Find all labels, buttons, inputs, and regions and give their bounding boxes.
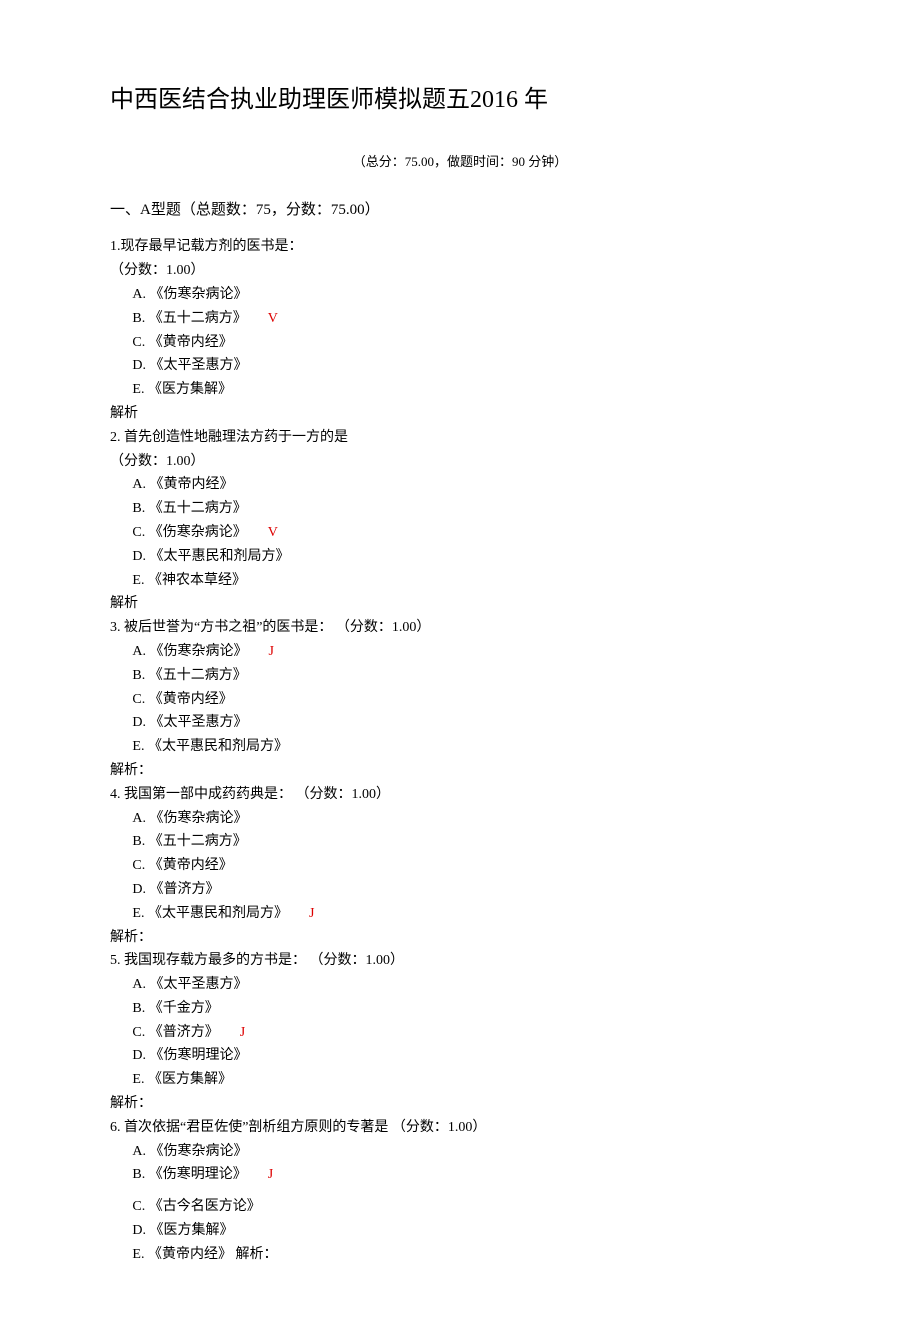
section-title: 一、A型题（总题数：75，分数：75.00） [110, 198, 810, 224]
option-text: E. 《太平惠民和剂局方》 [132, 906, 288, 921]
question-2-option-E: E. 《神农本草经》 [132, 569, 810, 593]
question-1-option-D: D. 《太平圣惠方》 [132, 354, 810, 378]
question-2-option-A: A. 《黄帝内经》 [132, 473, 810, 497]
option-text: B. 《五十二病方》 [132, 311, 246, 326]
question-4-analysis: 解析： [110, 926, 810, 950]
page-title: 中西医结合执业助理医师模拟题五2016 年 [110, 80, 810, 121]
correct-mark: V [268, 311, 278, 326]
question-1-option-C: C. 《黄帝内经》 [132, 331, 810, 355]
question-2-option-D: D. 《太平惠民和剂局方》 [132, 545, 810, 569]
question-5-options: A. 《太平圣惠方》 B. 《千金方》 C. 《普济方》 J D. 《伤寒明理论》… [110, 973, 810, 1092]
question-3-options: A. 《伤寒杂病论》 J B. 《五十二病方》 C. 《黄帝内经》 D. 《太平圣… [110, 640, 810, 759]
question-1-stem: 1.现存最早记载方剂的医书是： [110, 235, 810, 259]
question-5-stem: 5. 我国现存载方最多的方书是： （分数：1.00） [110, 949, 810, 973]
question-1-option-A: A. 《伤寒杂病论》 [132, 283, 810, 307]
option-text: C. 《普济方》 [132, 1025, 218, 1040]
question-2-option-B: B. 《五十二病方》 [132, 497, 810, 521]
correct-mark: J [269, 644, 274, 659]
question-4-option-E: E. 《太平惠民和剂局方》 J [132, 902, 810, 926]
question-4-option-B: B. 《五十二病方》 [132, 830, 810, 854]
question-1-score: （分数：1.00） [110, 259, 810, 283]
question-6-option-B: B. 《伤寒明理论》 J [132, 1163, 810, 1187]
question-1-option-B: B. 《五十二病方》 V [132, 307, 810, 331]
correct-mark: V [268, 525, 278, 540]
option-text: C. 《伤寒杂病论》 [132, 525, 246, 540]
question-2-options: A. 《黄帝内经》 B. 《五十二病方》 C. 《伤寒杂病论》 V D. 《太平惠… [110, 473, 810, 592]
question-5-option-C: C. 《普济方》 J [132, 1021, 810, 1045]
question-2-score: （分数：1.00） [110, 450, 810, 474]
question-6-options: A. 《伤寒杂病论》 B. 《伤寒明理论》 J C. 《古今名医方论》 D. 《医… [110, 1140, 810, 1267]
question-6-option-D: D. 《医方集解》 [132, 1219, 810, 1243]
correct-mark: J [309, 906, 314, 921]
question-3-option-B: B. 《五十二病方》 [132, 664, 810, 688]
question-2-stem: 2. 首先创造性地融理法方药于一方的是 [110, 426, 810, 450]
option-text: A. 《伤寒杂病论》 [132, 644, 247, 659]
question-3-option-C: C. 《黄帝内经》 [132, 688, 810, 712]
question-3-stem: 3. 被后世誉为“方书之祖”的医书是： （分数：1.00） [110, 616, 810, 640]
question-6-option-A: A. 《伤寒杂病论》 [132, 1140, 810, 1164]
question-6-stem: 6. 首次依据“君臣佐使”剖析组方原则的专著是 （分数：1.00） [110, 1116, 810, 1140]
question-4-option-A: A. 《伤寒杂病论》 [132, 807, 810, 831]
correct-mark: J [240, 1025, 245, 1040]
question-4-option-C: C. 《黄帝内经》 [132, 854, 810, 878]
question-5-option-A: A. 《太平圣惠方》 [132, 973, 810, 997]
question-3-option-A: A. 《伤寒杂病论》 J [132, 640, 810, 664]
question-6-option-C: C. 《古今名医方论》 [132, 1195, 810, 1219]
question-2-option-C: C. 《伤寒杂病论》 V [132, 521, 810, 545]
question-3-option-D: D. 《太平圣惠方》 [132, 711, 810, 735]
question-5-option-B: B. 《千金方》 [132, 997, 810, 1021]
question-4-option-D: D. 《普济方》 [132, 878, 810, 902]
question-5-option-E: E. 《医方集解》 [132, 1068, 810, 1092]
question-3-analysis: 解析： [110, 759, 810, 783]
question-5-option-D: D. 《伤寒明理论》 [132, 1044, 810, 1068]
question-1-analysis: 解析 [110, 402, 810, 426]
question-1-option-E: E. 《医方集解》 [132, 378, 810, 402]
question-1-options: A. 《伤寒杂病论》 B. 《五十二病方》 V C. 《黄帝内经》 D. 《太平圣… [110, 283, 810, 402]
question-4-stem: 4. 我国第一部中成药药典是： （分数：1.00） [110, 783, 810, 807]
question-2-analysis: 解析 [110, 592, 810, 616]
question-6-option-E: E. 《黄帝内经》 解析： [132, 1243, 810, 1267]
question-4-options: A. 《伤寒杂病论》 B. 《五十二病方》 C. 《黄帝内经》 D. 《普济方》… [110, 807, 810, 926]
exam-meta: （总分：75.00，做题时间：90 分钟） [110, 151, 810, 173]
option-text: B. 《伤寒明理论》 [132, 1167, 246, 1182]
question-5-analysis: 解析： [110, 1092, 810, 1116]
question-3-option-E: E. 《太平惠民和剂局方》 [132, 735, 810, 759]
correct-mark: J [268, 1167, 273, 1182]
